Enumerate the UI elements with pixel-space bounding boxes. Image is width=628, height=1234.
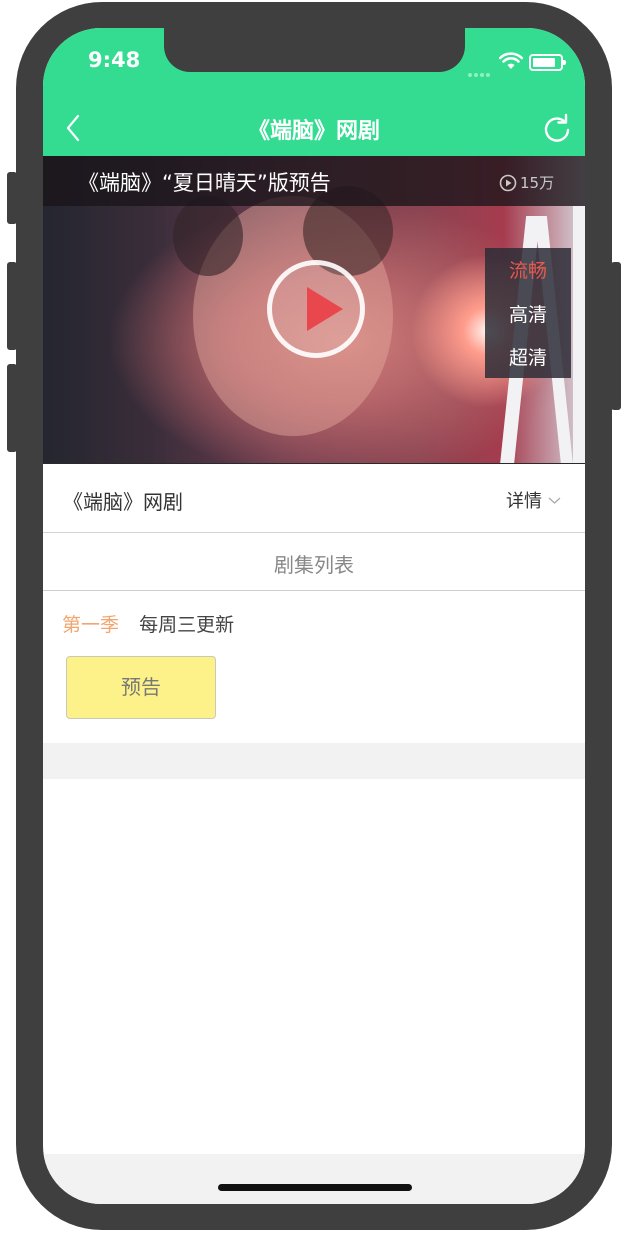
- page-title: 《端脑》网剧: [247, 119, 380, 144]
- video-figure-shape-3: [173, 196, 243, 276]
- episode-button-trailer[interactable]: 预告: [66, 656, 216, 719]
- season-label[interactable]: 第一季: [62, 614, 119, 636]
- video-player[interactable]: 《端脑》“夏日晴天”版预告 15万 流畅 高清 超清: [43, 156, 585, 463]
- update-schedule: 每周三更新: [139, 614, 235, 636]
- refresh-icon[interactable]: [539, 110, 575, 146]
- chevron-down-icon: [548, 497, 561, 504]
- side-button-mute: [7, 172, 17, 224]
- battery-icon: [529, 54, 566, 71]
- season-row: 第一季 每周三更新: [62, 610, 234, 637]
- home-indicator[interactable]: [218, 1184, 412, 1191]
- wifi-icon: [499, 52, 523, 69]
- episode-list-title: 剧集列表: [274, 553, 354, 577]
- section-divider: [43, 743, 585, 779]
- play-icon: [307, 287, 343, 331]
- quality-option-super-hd[interactable]: 超清: [485, 343, 571, 370]
- play-count-icon: [499, 174, 517, 191]
- phone-screen: 9:48 《端脑》网剧 《端脑》“夏日晴天”版预告 15万 流畅 高清 超清 《…: [43, 28, 585, 1204]
- status-time: 9:48: [88, 48, 141, 72]
- show-name: 《端脑》网剧: [63, 490, 183, 514]
- video-background-stripe-3: [573, 206, 585, 463]
- play-button[interactable]: [267, 260, 365, 358]
- side-button-volume-down: [7, 364, 17, 452]
- show-info-row: 《端脑》网剧 详情: [43, 463, 585, 533]
- episode-list-header: 剧集列表: [43, 533, 585, 591]
- notch: [164, 28, 465, 72]
- cellular-signal-icon: [468, 62, 498, 77]
- side-button-power: [611, 262, 621, 410]
- quality-menu: 流畅 高清 超清: [485, 248, 571, 378]
- quality-option-hd[interactable]: 高清: [485, 300, 571, 327]
- details-label: 详情: [506, 491, 542, 512]
- video-title: 《端脑》“夏日晴天”版预告: [78, 171, 331, 195]
- quality-option-smooth[interactable]: 流畅: [485, 256, 571, 283]
- bottom-safe-area: [43, 1154, 585, 1204]
- video-title-bar: 《端脑》“夏日晴天”版预告 15万: [43, 156, 585, 206]
- navigation-bar: 《端脑》网剧: [43, 100, 585, 156]
- side-button-volume-up: [7, 262, 17, 350]
- view-count-value: 15万: [520, 174, 555, 192]
- details-button[interactable]: 详情: [506, 487, 561, 513]
- view-count: 15万: [499, 172, 554, 193]
